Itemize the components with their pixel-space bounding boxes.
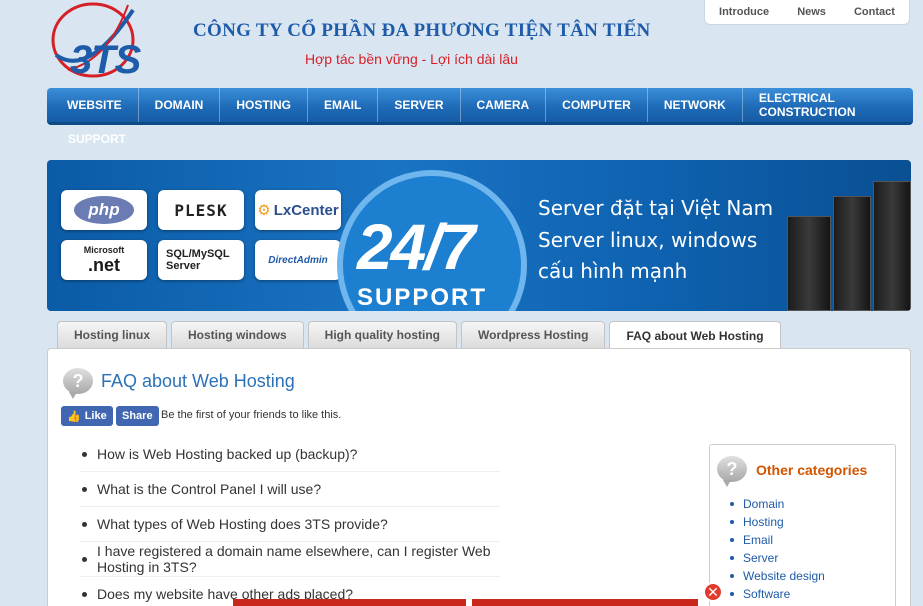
like-label: Like — [84, 410, 107, 422]
faq-item[interactable]: I have registered a domain name elsewher… — [80, 542, 500, 577]
company-name: CÔNG TY CỔ PHẦN ĐA PHƯƠNG TIỆN TÂN TIẾN — [193, 20, 651, 41]
support-247-text: 24/7 — [357, 211, 476, 283]
tab-hosting-windows[interactable]: Hosting windows — [171, 321, 304, 348]
nav-item-network[interactable]: NETWORK — [648, 88, 743, 122]
nav-item-email[interactable]: EMAIL — [308, 88, 379, 122]
lxcenter-logo-text: LxCenter — [273, 201, 339, 219]
nav-item-support[interactable]: SUPPORT — [68, 132, 126, 146]
category-link-hosting[interactable]: Hosting — [728, 513, 825, 531]
nav-item-website[interactable]: WEBSITE — [47, 88, 139, 122]
banner-line-3: cấu hình mạnh — [538, 259, 688, 283]
top-link-introduce[interactable]: Introduce — [719, 6, 769, 18]
faq-list: How is Web Hosting backed up (backup)? W… — [80, 437, 500, 606]
plesk-logo: PLESK — [158, 190, 244, 230]
php-logo: php — [61, 190, 147, 230]
question-icon: ? — [717, 456, 747, 487]
slogan: Hợp tác bền vững - Lợi ích dài lâu — [305, 51, 518, 67]
category-link-software[interactable]: Software — [728, 585, 825, 603]
nav-item-camera[interactable]: CAMERA — [461, 88, 547, 122]
server-rack-icon — [833, 196, 871, 311]
sql-logo-server-text: Server — [166, 260, 201, 272]
logo-text: 3TS — [70, 38, 141, 82]
page-title: FAQ about Web Hosting — [101, 371, 295, 391]
main-nav: WEBSITE DOMAIN HOSTING EMAIL SERVER CAME… — [47, 88, 913, 125]
server-rack-icon — [873, 181, 911, 311]
faq-item[interactable]: What is the Control Panel I will use? — [80, 472, 500, 507]
tab-wordpress-hosting[interactable]: Wordpress Hosting — [461, 321, 606, 348]
category-link-server[interactable]: Server — [728, 549, 825, 567]
faq-item[interactable]: How is Web Hosting backed up (backup)? — [80, 437, 500, 472]
hosting-tabs: Hosting linux Hosting windows High quali… — [57, 321, 781, 349]
banner-line-2: Server linux, windows — [538, 228, 758, 252]
category-link-domain[interactable]: Domain — [728, 495, 825, 513]
thumbs-up-icon: 👍 — [67, 410, 81, 423]
facebook-share-button[interactable]: Share — [116, 406, 159, 426]
site-logo[interactable]: 3TS — [48, 0, 178, 85]
sidebar-title: Other categories — [756, 462, 868, 478]
php-logo-text: php — [74, 196, 134, 224]
faq-item[interactable]: What types of Web Hosting does 3TS provi… — [80, 507, 500, 542]
nav-item-server[interactable]: SERVER — [378, 88, 461, 122]
lxcenter-logo: ⚙ LxCenter — [255, 190, 341, 230]
top-links: Introduce News Contact — [704, 0, 910, 25]
dotnet-logo: Microsoft .net — [61, 240, 147, 280]
close-icon[interactable]: ✕ — [703, 582, 723, 602]
category-link-email[interactable]: Email — [728, 531, 825, 549]
question-icon: ? — [63, 368, 93, 399]
facebook-like-button[interactable]: 👍 Like — [61, 406, 113, 426]
server-rack-icon — [787, 216, 831, 311]
category-link-website-design[interactable]: Website design — [728, 567, 825, 585]
category-list: Domain Hosting Email Server Website desi… — [728, 495, 825, 603]
hero-banner[interactable]: php PLESK ⚙ LxCenter Microsoft .net SQL/M… — [47, 160, 911, 311]
ad-separator — [466, 599, 472, 606]
nav-item-computer[interactable]: COMPUTER — [546, 88, 648, 122]
nav-item-hosting[interactable]: HOSTING — [220, 88, 309, 122]
nav-item-domain[interactable]: DOMAIN — [139, 88, 221, 122]
support-label: SUPPORT — [357, 284, 488, 311]
sql-server-logo: SQL/MySQL Server — [158, 240, 244, 280]
tab-hosting-linux[interactable]: Hosting linux — [57, 321, 167, 348]
tab-high-quality-hosting[interactable]: High quality hosting — [307, 321, 457, 348]
dotnet-logo-microsoft: Microsoft — [83, 244, 125, 255]
lxcenter-icon: ⚙ — [257, 202, 271, 219]
other-categories-box: ? Other categories Domain Hosting Email … — [709, 444, 896, 606]
top-link-contact[interactable]: Contact — [854, 6, 895, 18]
tab-faq-web-hosting[interactable]: FAQ about Web Hosting — [609, 321, 781, 349]
banner-line-1: Server đặt tại Việt Nam — [538, 196, 774, 220]
social-text: Be the first of your friends to like thi… — [161, 409, 342, 421]
nav-item-electrical-construction[interactable]: ELECTRICAL CONSTRUCTION — [743, 88, 913, 122]
dotnet-logo-text: .net — [87, 254, 120, 275]
directadmin-logo: DirectAdmin — [255, 240, 341, 280]
top-link-news[interactable]: News — [797, 6, 826, 18]
sql-logo-text: SQL/MySQL — [166, 248, 230, 260]
